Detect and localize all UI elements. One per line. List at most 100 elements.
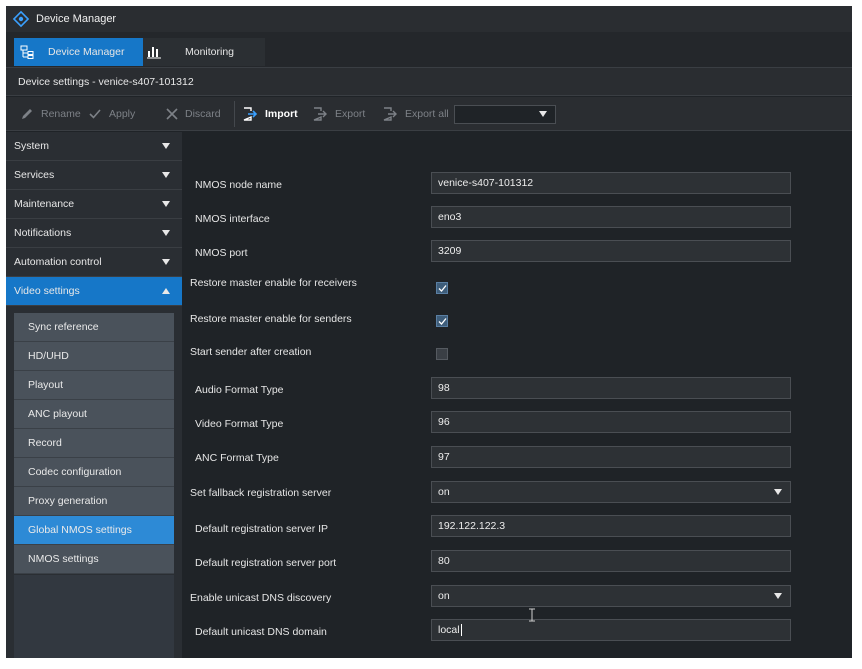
restore-senders-label: Restore master enable for senders (190, 313, 352, 325)
sidebar-subitem-label: Codec configuration (28, 466, 122, 478)
sidebar-subitem-label: NMOS settings (28, 553, 99, 565)
sidebar-item-notifications[interactable]: Notifications (6, 219, 182, 248)
audio-format-field[interactable]: 98 (431, 377, 791, 399)
default-server-ip-value: 192.122.122.3 (438, 520, 506, 532)
nmos-node-name-value: venice-s407-101312 (438, 177, 534, 189)
sidebar-item-maintenance[interactable]: Maintenance (6, 190, 182, 219)
app-title: Device Manager (36, 13, 117, 25)
sidebar-item-services[interactable]: Services (6, 161, 182, 190)
sidebar-item-label: System (14, 140, 50, 152)
restore-receivers-label: Restore master enable for receivers (190, 277, 357, 289)
unicast-dns-value: on (438, 590, 450, 602)
tab-monitoring[interactable]: Monitoring (143, 38, 265, 66)
sidebar-subitem-label: Sync reference (28, 321, 99, 333)
sidebar-subitem-nmos-settings[interactable]: NMOS settings (14, 545, 174, 574)
export-icon (313, 107, 327, 121)
video-format-field[interactable]: 96 (431, 411, 791, 433)
sidebar-item-automation-control[interactable]: Automation control (6, 248, 182, 277)
sidebar-subitem-proxy-generation[interactable]: Proxy generation (14, 487, 174, 516)
sidebar-subitem-hd-uhd[interactable]: HD/UHD (14, 342, 174, 371)
sidebar-subitem-label: HD/UHD (28, 350, 69, 362)
anc-format-field[interactable]: 97 (431, 446, 791, 468)
tab-device-manager-label: Device Manager (48, 46, 125, 58)
restore-senders-checkbox[interactable] (436, 315, 448, 327)
export-label: Export (335, 108, 366, 120)
text-cursor (460, 624, 462, 636)
sidebar-subitem-label: Proxy generation (28, 495, 108, 507)
chevron-down-icon (162, 143, 170, 149)
restore-receivers-checkbox[interactable] (436, 282, 448, 294)
tab-device-manager[interactable]: Device Manager (14, 38, 160, 66)
fallback-server-value: on (438, 486, 450, 498)
toolbar: Rename Apply Discard Import Export Expor… (6, 97, 852, 131)
audio-format-value: 98 (438, 382, 450, 394)
sidebar-subitem-record[interactable]: Record (14, 429, 174, 458)
chevron-down-icon (162, 230, 170, 236)
settings-form: NMOS node name venice-s407-101312 NMOS i… (182, 132, 852, 658)
export-button[interactable]: Export (312, 97, 365, 131)
discard-button[interactable]: Discard (166, 97, 221, 131)
default-server-port-field[interactable]: 80 (431, 550, 791, 572)
sidebar-subitem-anc-playout[interactable]: ANC playout (14, 400, 174, 429)
bar-chart-icon (147, 47, 161, 59)
chevron-down-icon (774, 489, 782, 495)
rename-label: Rename (41, 108, 81, 120)
start-sender-checkbox[interactable] (436, 348, 448, 360)
app-window: Device Manager Device Manager Monitoring (6, 6, 852, 658)
unicast-dns-domain-label: Default unicast DNS domain (195, 626, 327, 638)
checkmark-icon (438, 285, 447, 292)
toolbar-dropdown[interactable] (454, 105, 556, 124)
check-icon (89, 109, 101, 119)
discard-label: Discard (185, 108, 221, 120)
fallback-server-select[interactable]: on (431, 481, 791, 503)
device-manager-logo-icon (12, 10, 30, 28)
start-sender-label: Start sender after creation (190, 346, 312, 358)
sidebar-subitem-label: Global NMOS settings (28, 524, 132, 536)
i-beam-cursor-icon (529, 608, 535, 622)
nmos-interface-label: NMOS interface (195, 213, 270, 225)
export-all-label: Export all (405, 108, 449, 120)
chevron-down-icon (539, 111, 547, 117)
sidebar-subitem-label: Playout (28, 379, 64, 391)
sidebar-subitem-sync-reference[interactable]: Sync reference (14, 313, 174, 342)
sidebar-subitem-playout[interactable]: Playout (14, 371, 174, 400)
unicast-dns-domain-field[interactable]: local (431, 619, 791, 641)
unicast-dns-domain-value: local (438, 624, 460, 636)
chevron-up-icon (162, 288, 170, 294)
nmos-interface-value: eno3 (438, 211, 462, 223)
sidebar-item-video-settings[interactable]: Video settings (6, 277, 182, 306)
nmos-port-label: NMOS port (195, 247, 248, 259)
sidebar-subitem-codec-configuration[interactable]: Codec configuration (14, 458, 174, 487)
pencil-icon (22, 109, 32, 119)
anc-format-value: 97 (438, 451, 450, 463)
sidebar-subitem-global-nmos-settings[interactable]: Global NMOS settings (14, 516, 174, 545)
apply-button[interactable]: Apply (88, 97, 135, 131)
nmos-port-value: 3209 (438, 245, 462, 257)
sidebar-item-label: Notifications (14, 227, 72, 239)
default-server-ip-field[interactable]: 192.122.122.3 (431, 515, 791, 537)
nmos-node-name-field[interactable]: venice-s407-101312 (431, 172, 791, 194)
apply-label: Apply (109, 108, 136, 120)
x-icon (166, 108, 178, 120)
tab-bar: Device Manager Monitoring (6, 32, 852, 68)
unicast-dns-select[interactable]: on (431, 585, 791, 607)
chevron-down-icon (774, 593, 782, 599)
device-settings-heading: Device settings - venice-s407-101312 (6, 68, 852, 96)
sidebar-item-label: Automation control (14, 256, 102, 268)
export-all-button[interactable]: Export all (382, 97, 449, 131)
sidebar-empty-area (14, 575, 174, 658)
default-server-port-label: Default registration server port (195, 557, 337, 569)
default-server-ip-label: Default registration server IP (195, 523, 329, 535)
device-tree-icon (20, 45, 34, 59)
sidebar-item-system[interactable]: System (6, 132, 182, 161)
video-format-label: Video Format Type (195, 418, 284, 430)
rename-button[interactable]: Rename (20, 97, 81, 131)
export-all-icon (383, 107, 397, 121)
nmos-node-name-label: NMOS node name (195, 179, 282, 191)
fallback-server-label: Set fallback registration server (190, 487, 332, 499)
nmos-port-field[interactable]: 3209 (431, 240, 791, 262)
import-label: Import (265, 108, 298, 120)
import-button[interactable]: Import (242, 97, 298, 131)
nmos-interface-field[interactable]: eno3 (431, 206, 791, 228)
title-bar: Device Manager (6, 6, 852, 32)
